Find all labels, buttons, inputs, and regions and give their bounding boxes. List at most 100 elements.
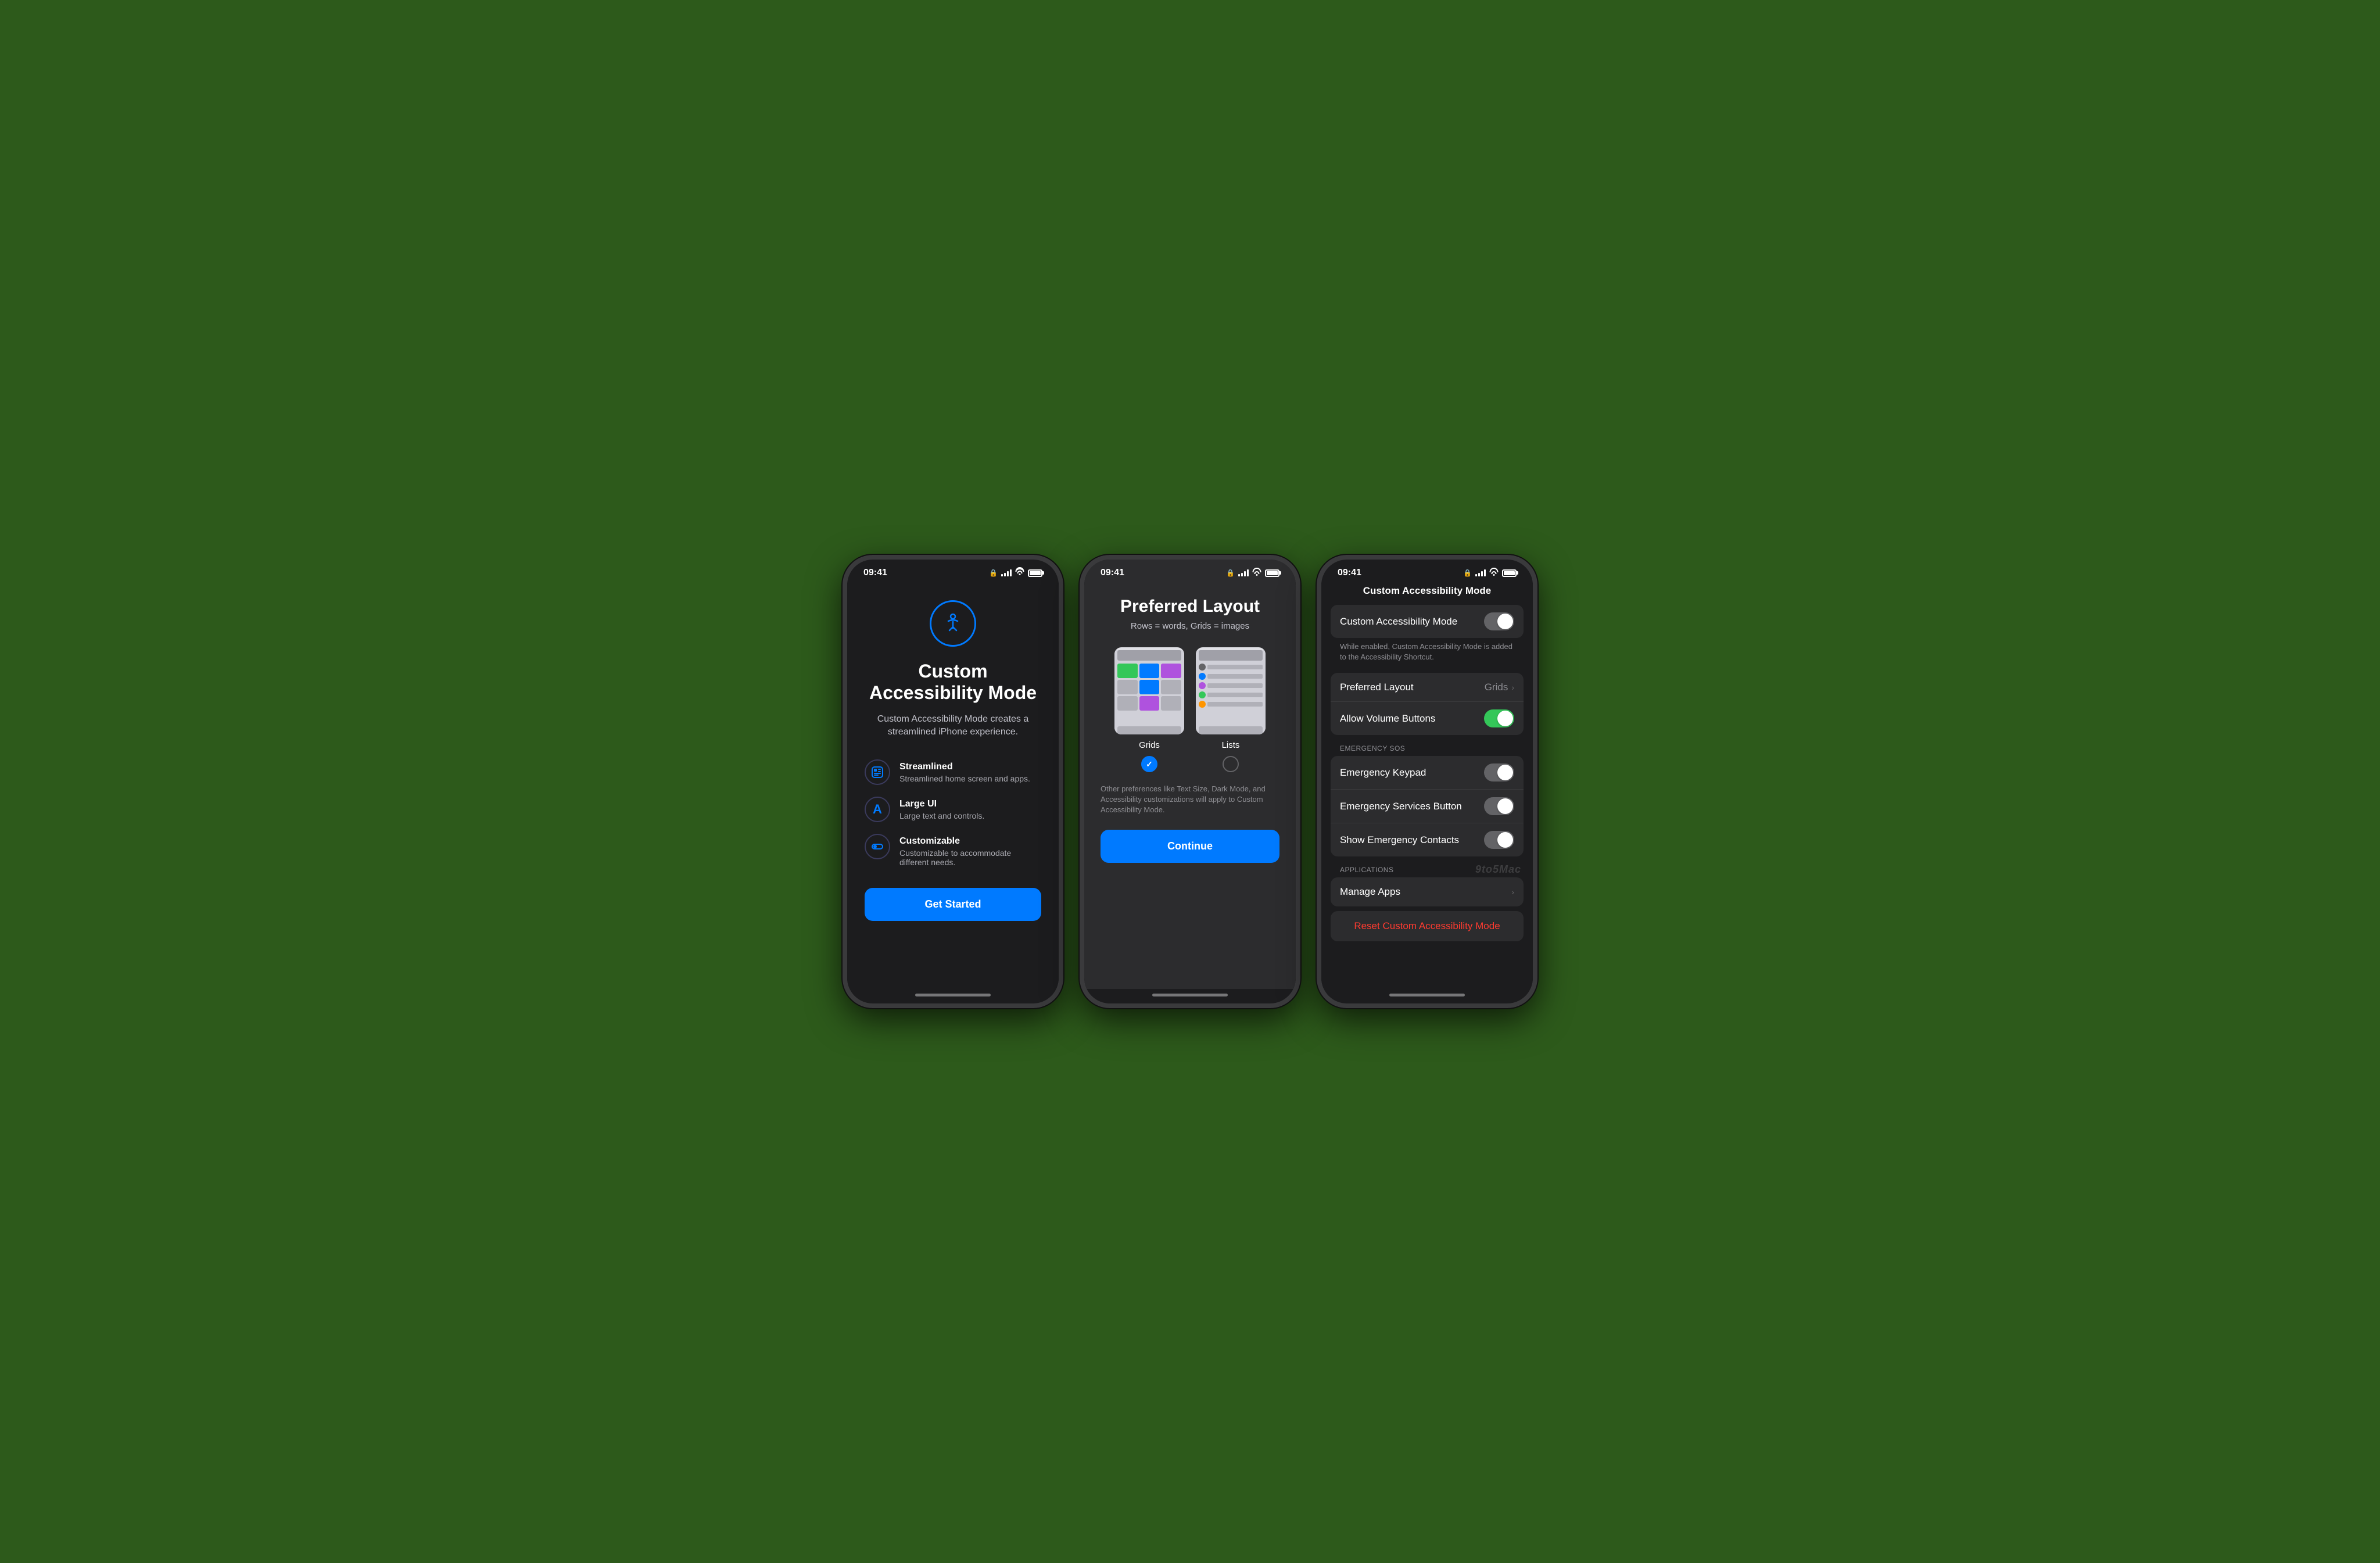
layout-options: Grids [1114,647,1266,772]
status-bar-2: 09:41 🔒 [1084,560,1296,583]
feature-icon-large-ui: A [865,797,890,822]
feature-title-streamlined: Streamlined [899,762,1030,772]
emergency-section-header: EMERGENCY SOS [1331,740,1524,756]
phone-2: 09:41 🔒 Preferred Layout Rows = words, G… [1080,555,1300,1008]
home-indicator-3 [1389,994,1465,996]
chevron-apps-icon: › [1511,887,1514,897]
feature-title-large-ui: Large UI [899,799,984,809]
feature-customizable: Customizable Customizable to accommodate… [865,834,1041,867]
screen2-title: Preferred Layout [1120,597,1260,616]
wifi-icon-3 [1489,569,1499,577]
status-bar-3: 09:41 🔒 [1321,560,1533,583]
accessibility-person-svg [941,612,965,635]
screen1-main: Custom Accessibility Mode Custom Accessi… [847,583,1059,989]
feature-icon-customizable [865,834,890,859]
cam-toggle[interactable] [1484,612,1514,630]
manage-apps-row[interactable]: Manage Apps › [1331,877,1524,906]
feature-desc-customizable: Customizable to accommodate different ne… [899,848,1041,867]
screen2-main: Preferred Layout Rows = words, Grids = i… [1084,583,1296,989]
signal-icon-1 [1001,569,1012,576]
preferred-layout-row[interactable]: Preferred Layout Grids › [1331,673,1524,702]
settings-group-applications: Manage Apps › [1331,877,1524,906]
phone-3: 09:41 🔒 Custom Accessibility Mode Custom… [1317,555,1537,1008]
section-cam: Custom Accessibility Mode While enabled,… [1331,605,1524,668]
cam-row: Custom Accessibility Mode [1331,605,1524,638]
layout-lists-option[interactable]: Lists [1196,647,1266,772]
reset-label: Reset Custom Accessibility Mode [1354,920,1500,932]
screen3-content: Custom Accessibility Mode Custom Accessi… [1321,583,1533,989]
battery-icon-1 [1028,569,1042,577]
home-indicator-2 [1152,994,1228,996]
accessibility-icon [930,600,976,647]
allow-volume-toggle[interactable] [1484,709,1514,727]
feature-title-customizable: Customizable [899,836,1041,847]
show-emergency-contacts-label: Show Emergency Contacts [1340,834,1484,846]
allow-volume-row: Allow Volume Buttons [1331,702,1524,735]
grids-preview [1114,647,1184,734]
screen2-wrapper: Preferred Layout Rows = words, Grids = i… [1084,583,1296,989]
wifi-icon-2 [1252,569,1261,577]
status-time-1: 09:41 [863,568,887,578]
grids-label: Grids [1139,740,1160,750]
screen2-footnote: Other preferences like Text Size, Dark M… [1101,784,1279,816]
screen3-nav-title: Custom Accessibility Mode [1321,583,1533,605]
emergency-services-toggle[interactable] [1484,797,1514,815]
status-time-2: 09:41 [1101,568,1124,578]
settings-group-layout: Preferred Layout Grids › Allow Volume Bu… [1331,673,1524,735]
preferred-layout-value: Grids [1485,682,1508,693]
feature-streamlined: Streamlined Streamlined home screen and … [865,759,1041,785]
status-icons-2: 🔒 [1226,569,1279,577]
emergency-services-row: Emergency Services Button [1331,790,1524,823]
feature-desc-large-ui: Large text and controls. [899,811,984,820]
show-emergency-contacts-toggle[interactable] [1484,831,1514,849]
cam-label: Custom Accessibility Mode [1340,616,1484,628]
settings-group-emergency: Emergency Keypad Emergency Services Butt… [1331,756,1524,856]
emergency-keypad-label: Emergency Keypad [1340,767,1484,779]
allow-volume-label: Allow Volume Buttons [1340,713,1484,725]
cam-footnote: While enabled, Custom Accessibility Mode… [1331,638,1524,668]
status-icons-3: 🔒 [1463,569,1517,577]
get-started-button[interactable]: Get Started [865,888,1041,921]
status-bar-1: 09:41 🔒 [847,560,1059,583]
emergency-keypad-row: Emergency Keypad [1331,756,1524,790]
preferred-layout-label: Preferred Layout [1340,682,1485,693]
status-icons-1: 🔒 [989,569,1042,577]
status-time-3: 09:41 [1338,568,1361,578]
wifi-icon-1 [1015,569,1024,576]
battery-icon-2 [1265,569,1279,577]
manage-apps-label: Manage Apps [1340,886,1511,898]
section-emergency: EMERGENCY SOS Emergency Keypad Emergency… [1331,740,1524,856]
signal-icon-2 [1238,569,1249,576]
screen1-bottom: Get Started [865,888,1041,921]
phone-1: 09:41 🔒 [843,555,1063,1008]
feature-desc-streamlined: Streamlined home screen and apps. [899,774,1030,783]
emergency-services-label: Emergency Services Button [1340,801,1484,812]
screen2-subtitle: Rows = words, Grids = images [1131,621,1249,631]
emergency-keypad-toggle[interactable] [1484,763,1514,782]
layout-grids-option[interactable]: Grids [1114,647,1184,772]
lists-label: Lists [1222,740,1240,750]
home-indicator-1 [915,994,991,996]
chevron-layout-icon: › [1511,683,1514,692]
feature-list: Streamlined Streamlined home screen and … [865,759,1041,867]
lock-icon-3: 🔒 [1463,569,1472,577]
watermark: 9to5Mac [1475,863,1521,876]
feature-large-ui: A Large UI Large text and controls. [865,797,1041,822]
lock-icon-2: 🔒 [1226,569,1235,577]
section-layout: Preferred Layout Grids › Allow Volume Bu… [1331,673,1524,735]
lock-icon: 🔒 [989,569,998,577]
reset-row[interactable]: Reset Custom Accessibility Mode [1331,911,1524,941]
grids-radio[interactable] [1141,756,1157,772]
screen1-title: Custom Accessibility Mode [865,661,1041,704]
reset-section: Reset Custom Accessibility Mode [1331,911,1524,941]
show-emergency-contacts-row: Show Emergency Contacts [1331,823,1524,856]
battery-icon-3 [1502,569,1517,577]
continue-button[interactable]: Continue [1101,830,1279,863]
screen1-content: Custom Accessibility Mode Custom Accessi… [847,583,1059,989]
screen1-subtitle: Custom Accessibility Mode creates a stre… [865,713,1041,739]
lists-radio[interactable] [1223,756,1239,772]
feature-icon-streamlined [865,759,890,785]
settings-group-cam: Custom Accessibility Mode [1331,605,1524,638]
lists-preview [1196,647,1266,734]
signal-icon-3 [1475,569,1486,576]
